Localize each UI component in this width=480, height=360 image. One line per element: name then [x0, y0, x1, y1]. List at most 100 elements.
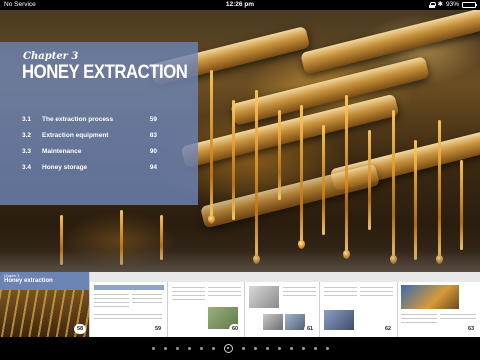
honey-drip [345, 95, 348, 255]
text-line [324, 295, 357, 296]
text-line [94, 314, 162, 315]
text-line [94, 294, 129, 295]
page-thumbnail[interactable]: 63 [398, 282, 480, 337]
page-dot[interactable] [301, 346, 305, 350]
page-thumbnail[interactable]: Chapter 3 Honey extraction 58 [0, 272, 90, 337]
chapter-panel: Chapter 3 HONEY EXTRACTION 3.1 The extra… [0, 42, 198, 205]
honey-drip [392, 110, 395, 260]
toc-label: The extraction process [42, 116, 114, 123]
page-indicator[interactable] [0, 342, 480, 354]
toc-number: 3.1 [22, 116, 32, 123]
status-right: ✱ 93% [428, 0, 477, 10]
toc-label: Extraction equipment [42, 132, 109, 139]
page-number-badge: 62 [382, 324, 394, 334]
lock-icon [428, 2, 436, 8]
text-line [208, 291, 241, 292]
text-line [401, 314, 437, 315]
text-line [132, 302, 162, 303]
page-dot[interactable] [163, 346, 167, 350]
page-number-badge: 61 [304, 324, 316, 334]
text-line [360, 287, 393, 288]
page-dot[interactable] [199, 346, 203, 350]
text-line [283, 295, 316, 296]
toc-item[interactable]: 3.4 Honey storage 94 [22, 160, 162, 176]
honey-drip [210, 70, 213, 220]
page-thumbnail[interactable]: 60 [168, 282, 245, 337]
thumbnail-image [249, 286, 279, 308]
page-number-badge: 60 [229, 324, 241, 334]
toc-page: 83 [149, 132, 157, 139]
honey-drip [368, 130, 371, 230]
text-line [440, 314, 476, 315]
thumbnail-image [324, 310, 354, 330]
status-bar: No Service 12:26 pm ✱ 93% [0, 0, 480, 10]
honey-drip [322, 125, 325, 235]
toc-item[interactable]: 3.2 Extraction equipment 83 [22, 128, 162, 144]
text-line [132, 294, 162, 295]
clock: 12:26 pm [225, 1, 255, 8]
page-dot[interactable] [277, 346, 281, 350]
battery-icon [462, 2, 477, 8]
honeycomb-frame [200, 163, 380, 229]
page-dot[interactable] [289, 346, 293, 350]
page-dot[interactable] [211, 346, 215, 350]
text-line [94, 302, 129, 303]
text-line [324, 287, 357, 288]
text-line [360, 291, 393, 292]
page-dot[interactable] [253, 346, 257, 350]
thumbnail-image [401, 285, 459, 309]
text-line [94, 298, 129, 299]
text-line [172, 291, 205, 292]
text-line [172, 295, 205, 296]
toc-item[interactable]: 3.1 The extraction process 59 [22, 112, 162, 128]
text-line [172, 287, 205, 288]
page-thumbnail[interactable]: 59 [90, 282, 168, 337]
page-dot[interactable] [187, 346, 191, 350]
page-dot[interactable] [265, 346, 269, 350]
text-line [324, 291, 357, 292]
toc-number: 3.3 [22, 148, 32, 155]
thumbnail-header: Chapter 3 Honey extraction [0, 272, 89, 290]
page-number-badge: 63 [465, 324, 477, 334]
thumbnail-heading-bar [94, 285, 164, 290]
battery-percent: 93% [445, 1, 459, 8]
page-dot[interactable] [151, 346, 155, 350]
thumbnail-image [285, 314, 305, 330]
honey-drip [300, 105, 303, 245]
text-line [283, 291, 316, 292]
thumbnail-title: Honey extraction [4, 278, 53, 284]
page-dot[interactable] [313, 346, 317, 350]
text-line [132, 298, 162, 299]
page-number-badge: 58 [74, 324, 86, 334]
toc-item[interactable]: 3.3 Maintenance 90 [22, 144, 162, 160]
text-line [360, 295, 393, 296]
chapter-number: Chapter 3 [23, 51, 79, 62]
page-dot[interactable] [241, 346, 245, 350]
chapter-title: HONEY EXTRACTION [22, 62, 188, 83]
page-dot-current[interactable] [223, 343, 233, 353]
honey-drip [414, 140, 417, 260]
page-dot[interactable] [175, 346, 179, 350]
text-line [208, 287, 241, 288]
text-line [283, 287, 316, 288]
thumbnail-image [263, 314, 283, 330]
text-line [172, 299, 205, 300]
text-line [94, 318, 162, 319]
page-dot[interactable] [325, 346, 329, 350]
bluetooth-icon: ✱ [437, 1, 443, 8]
page-thumbnail[interactable]: 62 [320, 282, 398, 337]
toc-page: 90 [149, 148, 157, 155]
honey-drip [438, 120, 441, 260]
table-of-contents: 3.1 The extraction process 59 3.2 Extrac… [22, 112, 162, 176]
text-line [440, 318, 476, 319]
toc-label: Honey storage [42, 164, 88, 171]
text-line [94, 306, 129, 307]
page-number-badge: 59 [152, 324, 164, 334]
page-thumbnail[interactable]: 61 [245, 282, 320, 337]
honey-drip [460, 160, 463, 250]
toc-page: 59 [149, 116, 157, 123]
page-thumbnail-strip[interactable]: Chapter 3 Honey extraction 58 59 60 61 6… [0, 272, 480, 337]
honey-drip [232, 100, 235, 220]
honey-droplet [298, 240, 305, 249]
honey-drip [255, 90, 258, 260]
